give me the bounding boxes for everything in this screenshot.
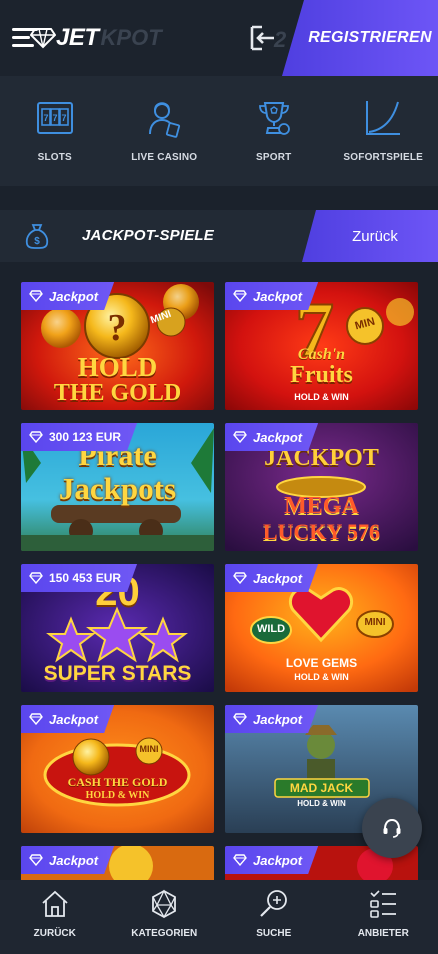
section-title: JACKPOT-SPIELE xyxy=(82,227,214,244)
svg-text:7: 7 xyxy=(43,113,48,123)
game-title: HOLD xyxy=(77,352,158,382)
diamond-icon xyxy=(29,572,43,584)
register-button[interactable]: REGISTRIEREN xyxy=(282,0,438,76)
diamond-icon xyxy=(233,572,247,584)
badge-label: Jackpot xyxy=(49,288,99,304)
svg-text:7: 7 xyxy=(61,113,66,123)
slot-machine-icon: 7 7 7 xyxy=(36,102,73,134)
top-header: JET KPOT 2 REGISTRIEREN xyxy=(0,0,438,76)
badge-label: Jackpot xyxy=(49,852,99,868)
game-tile-love-gems[interactable]: WILD MINI LOVE GEMS HOLD & WIN Jackpot xyxy=(225,564,418,692)
category-label: SPORT xyxy=(256,152,292,163)
category-sport[interactable]: SPORT xyxy=(219,76,329,186)
badge-label: Jackpot xyxy=(253,570,303,586)
badge-label: Jackpot xyxy=(253,711,303,727)
list-icon xyxy=(370,890,397,918)
search-icon xyxy=(259,890,287,917)
game-title: LUCKY 576 xyxy=(262,519,381,544)
nav-label: ZURÜCK xyxy=(33,928,76,939)
badge-label: Jackpot xyxy=(253,852,303,868)
diamond-icon xyxy=(29,713,43,725)
game-tile-cashn-fruits[interactable]: 7 MIN Cash'n Fruits HOLD & WIN Jackpot xyxy=(225,282,418,410)
jackpot-badge: Jackpot xyxy=(225,423,318,451)
game-title: Fruits xyxy=(290,362,353,388)
badge-label: Jackpot xyxy=(253,429,303,445)
badge-label: 150 453 EUR xyxy=(49,571,122,585)
jackpot-badge: Jackpot xyxy=(225,846,318,874)
trophy-icon xyxy=(258,102,290,135)
nav-label: KATEGORIEN xyxy=(131,928,198,939)
nav-search[interactable]: SUCHE xyxy=(219,880,329,954)
section-header: $ JACKPOT-SPIELE Zurück xyxy=(0,210,438,262)
home-icon xyxy=(42,890,68,917)
headset-icon xyxy=(383,818,401,838)
jackpot-badge: Jackpot xyxy=(21,282,114,310)
category-label: SLOTS xyxy=(37,152,72,163)
category-label: SOFORTSPIELE xyxy=(343,152,424,163)
graph-icon xyxy=(366,101,401,135)
svg-text:?: ? xyxy=(108,307,127,349)
game-title: MEGA xyxy=(284,493,359,519)
jackpot-badge: Jackpot xyxy=(225,564,318,592)
jackpot-badge: Jackpot xyxy=(225,282,318,310)
category-slots[interactable]: 7 7 7 SLOTS xyxy=(0,76,110,186)
logo-subtext: KPOT xyxy=(100,25,162,50)
game-title: Jackpots xyxy=(58,471,177,506)
game-subtitle: HOLD & WIN xyxy=(85,790,150,801)
game-tile-hold-the-gold[interactable]: ? HOLD THE GOLD MINI Jackpot xyxy=(21,282,214,410)
back-button[interactable]: Zurück xyxy=(302,210,438,262)
svg-text:7: 7 xyxy=(52,113,57,123)
site-logo[interactable]: JET KPOT xyxy=(30,24,162,52)
diamond-icon xyxy=(29,854,43,866)
dealer-icon xyxy=(149,102,181,138)
category-nav: 7 7 7 SLOTS LIVE CASINO SPORT SOFORTSPIE… xyxy=(0,76,438,186)
dice-icon xyxy=(152,889,177,919)
jackpot-badge: Jackpot xyxy=(225,705,318,733)
game-title: THE GOLD xyxy=(53,380,182,406)
bottom-nav: ZURÜCK KATEGORIEN SUCHE ANBIETER xyxy=(0,880,438,954)
diamond-icon xyxy=(233,713,247,725)
game-mini-badge: MINI xyxy=(364,617,386,628)
diamond-icon xyxy=(29,431,43,443)
diamond-icon xyxy=(233,854,247,866)
category-sofortspiele[interactable]: SOFORTSPIELE xyxy=(329,76,438,186)
jackpot-amount-badge: 150 453 EUR xyxy=(21,564,137,592)
category-label: LIVE CASINO xyxy=(131,152,198,163)
nav-label: ANBIETER xyxy=(357,928,409,939)
diamond-icon xyxy=(233,431,247,443)
game-subtitle: HOLD & WIN xyxy=(294,672,349,682)
support-chat-button[interactable] xyxy=(362,798,422,858)
game-title: MAD JACK xyxy=(289,781,354,795)
jackpot-amount-badge: 300 123 EUR xyxy=(21,423,137,451)
nav-back[interactable]: ZURÜCK xyxy=(0,880,110,954)
badge-label: Jackpot xyxy=(49,711,99,727)
login-counter: 2 xyxy=(274,27,287,52)
svg-text:$: $ xyxy=(34,236,40,247)
logo-text: JET xyxy=(56,24,99,51)
nav-categories[interactable]: KATEGORIEN xyxy=(110,880,220,954)
game-tile-cash-the-gold[interactable]: MINI CASH THE GOLD HOLD & WIN Jackpot xyxy=(21,705,214,833)
game-mini-badge: MINI xyxy=(139,744,159,754)
badge-label: Jackpot xyxy=(253,288,303,304)
game-subtitle: HOLD & WIN xyxy=(294,392,349,402)
game-tile-20-super-stars[interactable]: 20 SUPER STARS 150 453 EUR xyxy=(21,564,214,692)
game-tile-mega-lucky-576[interactable]: JACKPOT MEGA LUCKY 576 Jackpot xyxy=(225,423,418,551)
diamond-icon xyxy=(233,290,247,302)
game-title: SUPER STARS xyxy=(43,662,192,685)
diamond-icon xyxy=(29,290,43,302)
game-title: CASH THE GOLD xyxy=(67,775,168,789)
nav-providers[interactable]: ANBIETER xyxy=(329,880,438,954)
nav-label: SUCHE xyxy=(256,928,292,939)
jackpot-badge: Jackpot xyxy=(21,846,114,874)
game-tile-pirate-jackpots[interactable]: Pirate Jackpots 300 123 EUR xyxy=(21,423,214,551)
game-title: LOVE GEMS xyxy=(285,656,358,670)
game-wild-badge: WILD xyxy=(256,623,286,635)
diamond-logo-icon xyxy=(30,28,56,49)
badge-label: 300 123 EUR xyxy=(49,430,122,444)
money-bag-icon: $ xyxy=(25,224,49,249)
jackpot-badge: Jackpot xyxy=(21,705,114,733)
category-live-casino[interactable]: LIVE CASINO xyxy=(110,76,220,186)
